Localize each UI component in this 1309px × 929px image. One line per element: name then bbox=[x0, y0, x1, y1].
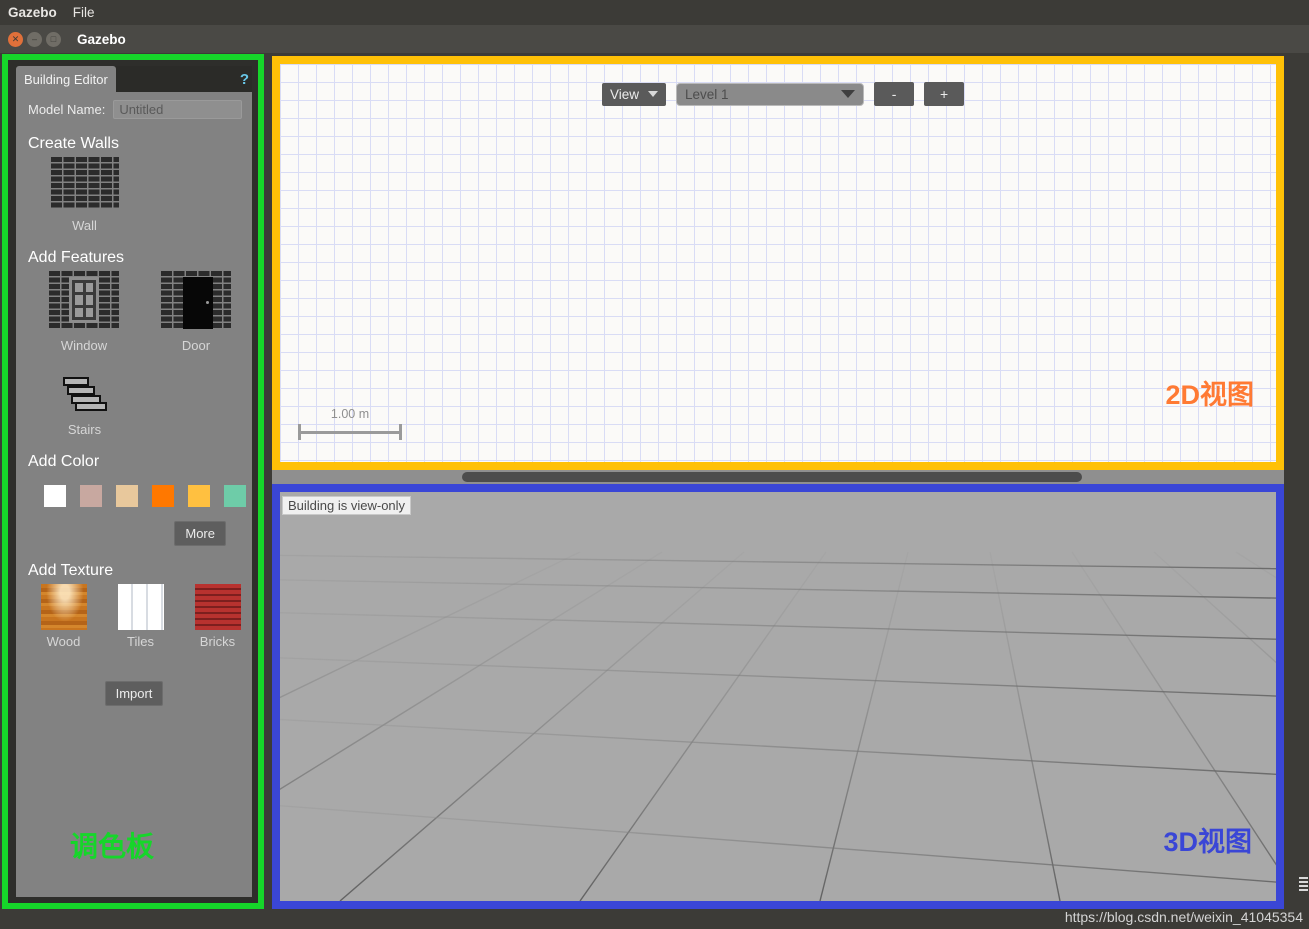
tile-window[interactable]: Window bbox=[28, 271, 140, 353]
resize-grip-icon[interactable] bbox=[1299, 877, 1308, 891]
menu-item-file[interactable]: File bbox=[73, 5, 95, 20]
model-name-input[interactable]: Untitled bbox=[113, 100, 242, 119]
zoom-out-button[interactable]: - bbox=[874, 82, 915, 106]
help-icon[interactable]: ? bbox=[240, 66, 252, 92]
section-heading-add-texture: Add Texture bbox=[28, 562, 114, 579]
add-features-tiles: Window Door bbox=[16, 271, 252, 353]
tile-texture-tiles[interactable]: Tiles bbox=[113, 584, 168, 649]
texture-row: Wood Tiles Bricks bbox=[16, 584, 252, 649]
palette-annotation-label: 调色板 bbox=[70, 831, 155, 862]
tile-label: Door bbox=[181, 338, 211, 353]
color-swatch[interactable] bbox=[152, 485, 174, 507]
tile-label: Wood bbox=[46, 634, 81, 649]
palette-highlight-box: Building Editor ? Model Name: Untitled C… bbox=[2, 54, 264, 909]
ground-grid-icon bbox=[280, 492, 1276, 901]
door-icon bbox=[161, 271, 231, 329]
more-colors-row: More bbox=[16, 507, 252, 546]
add-features-tiles-row2: Stairs bbox=[16, 353, 252, 437]
color-swatch-row bbox=[16, 475, 252, 507]
brick-wall-icon bbox=[50, 157, 119, 209]
view2d-toolbar: View Level 1 - + bbox=[602, 82, 965, 106]
close-icon[interactable]: ✕ bbox=[8, 31, 23, 47]
chevron-down-icon bbox=[841, 90, 856, 98]
import-row: Import bbox=[16, 649, 252, 706]
color-swatch[interactable] bbox=[116, 485, 138, 507]
model-name-row: Model Name: Untitled bbox=[16, 92, 252, 119]
tiles-texture-icon bbox=[117, 584, 164, 630]
scale-bar: 1.00 m bbox=[298, 407, 402, 440]
right-scroll-strip[interactable] bbox=[1297, 53, 1309, 909]
window-title: Gazebo bbox=[77, 31, 126, 47]
view3d-annotation-label: 3D视图 bbox=[1163, 827, 1252, 857]
view-menu-label: View bbox=[610, 86, 640, 102]
watermark-text: https://blog.csdn.net/weixin_41045354 bbox=[1064, 909, 1303, 925]
tile-wall[interactable]: Wall bbox=[28, 157, 141, 233]
view3d-highlight-box: Building is view-only 3D视图 bbox=[272, 484, 1284, 909]
view3d-canvas[interactable]: Building is view-only 3D视图 bbox=[280, 492, 1276, 901]
wood-texture-icon bbox=[40, 584, 87, 630]
horizontal-scrollbar[interactable] bbox=[272, 470, 1284, 484]
color-swatch[interactable] bbox=[188, 485, 210, 507]
view2d-annotation-label: 2D视图 bbox=[1165, 380, 1254, 410]
tile-texture-wood[interactable]: Wood bbox=[36, 584, 91, 649]
section-heading-add-features: Add Features bbox=[28, 249, 125, 266]
tile-label: Tiles bbox=[127, 634, 154, 649]
bricks-texture-icon bbox=[194, 584, 241, 630]
color-swatch[interactable] bbox=[224, 485, 246, 507]
chevron-down-icon bbox=[648, 91, 659, 97]
create-walls-tiles: Wall bbox=[16, 157, 252, 233]
view-menu-button[interactable]: View bbox=[602, 82, 667, 106]
palette-body: Model Name: Untitled Create Walls Wall A… bbox=[16, 92, 252, 897]
import-texture-button[interactable]: Import bbox=[104, 681, 164, 706]
scale-bar-label: 1.00 m bbox=[330, 407, 370, 421]
view3d-status-label: Building is view-only bbox=[282, 496, 412, 515]
zoom-in-button[interactable]: + bbox=[924, 82, 965, 106]
window-controls: ✕ – □ bbox=[8, 31, 61, 47]
tile-door[interactable]: Door bbox=[140, 271, 252, 353]
color-swatch[interactable] bbox=[80, 485, 102, 507]
menu-item-gazebo[interactable]: Gazebo bbox=[8, 5, 57, 20]
tile-stairs[interactable]: Stairs bbox=[28, 375, 141, 437]
global-menubar: Gazebo File bbox=[0, 0, 1309, 25]
window-icon bbox=[49, 271, 119, 329]
maximize-icon[interactable]: □ bbox=[46, 31, 61, 47]
tile-texture-bricks[interactable]: Bricks bbox=[190, 584, 245, 649]
level-select-value: Level 1 bbox=[685, 86, 729, 102]
view2d-canvas[interactable] bbox=[280, 64, 1276, 462]
tile-label: Window bbox=[60, 338, 108, 353]
building-editor-palette: Building Editor ? Model Name: Untitled C… bbox=[16, 66, 252, 897]
tile-label: Stairs bbox=[67, 422, 102, 437]
color-swatch[interactable] bbox=[44, 485, 66, 507]
tile-label: Bricks bbox=[199, 634, 236, 649]
section-heading-create-walls: Create Walls bbox=[28, 135, 119, 152]
tab-label: Building Editor bbox=[24, 71, 108, 87]
minimize-icon[interactable]: – bbox=[27, 31, 42, 47]
model-name-label: Model Name: bbox=[28, 102, 106, 117]
tile-label: Wall bbox=[72, 218, 97, 233]
view2d-highlight-box: View Level 1 - + 1.00 m 2D视图 bbox=[272, 56, 1284, 470]
palette-tabstrip: Building Editor ? bbox=[16, 66, 252, 92]
stairs-icon bbox=[57, 375, 113, 413]
more-colors-button[interactable]: More bbox=[174, 521, 226, 546]
section-heading-add-color: Add Color bbox=[28, 453, 100, 470]
tab-building-editor[interactable]: Building Editor bbox=[16, 66, 116, 92]
level-select[interactable]: Level 1 bbox=[676, 82, 865, 106]
gazebo-building-editor-window: Gazebo File ✕ – □ Gazebo Building Editor… bbox=[0, 0, 1309, 929]
window-titlebar: ✕ – □ Gazebo bbox=[0, 25, 1309, 53]
scrollbar-thumb[interactable] bbox=[462, 472, 1082, 482]
